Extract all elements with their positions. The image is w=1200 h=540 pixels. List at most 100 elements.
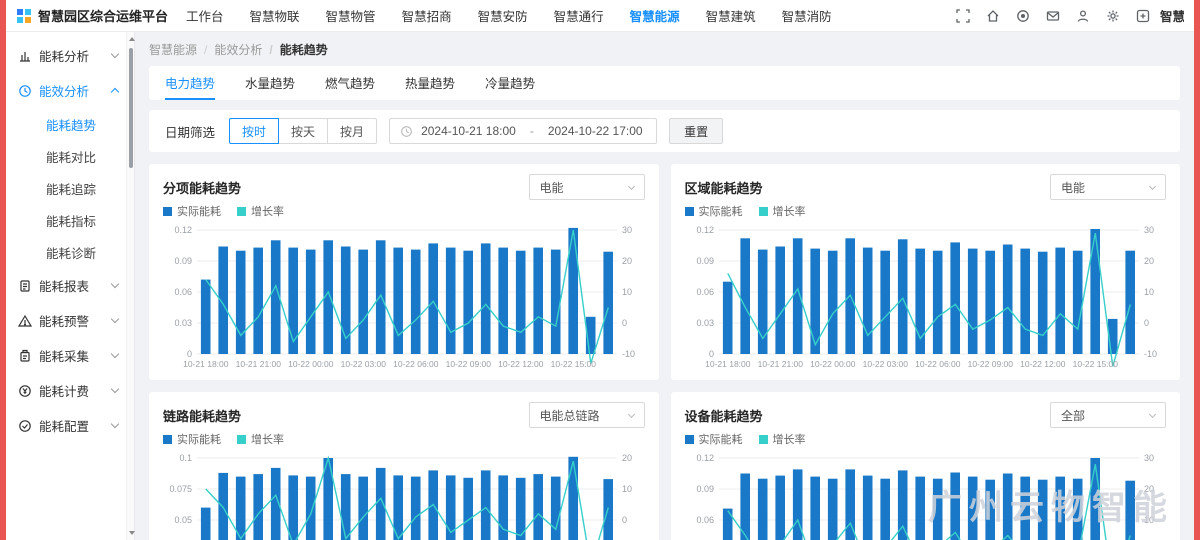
svg-text:30: 30	[622, 225, 632, 235]
tab-electric-trend[interactable]: 电力趋势	[165, 66, 215, 100]
filter-bar: 日期筛选 按时 按天 按月 2024-10-21 18:00 - 2024-10…	[149, 110, 1180, 152]
bar-chart-icon	[18, 49, 32, 63]
svg-text:10-22 06:00: 10-22 06:00	[915, 359, 961, 369]
apps-grid-icon[interactable]	[1136, 9, 1150, 23]
line-swatch-icon	[759, 207, 768, 216]
nav-smart-iot[interactable]: 智慧物联	[250, 6, 300, 25]
tab-heat-trend[interactable]: 热量趋势	[405, 66, 455, 100]
svg-text:0.06: 0.06	[696, 515, 714, 525]
svg-text:0.03: 0.03	[174, 318, 192, 328]
tab-cooling-trend[interactable]: 冷量趋势	[485, 66, 535, 100]
topbar-actions	[956, 9, 1150, 23]
sidebar-group-energy-report[interactable]: 能耗报表	[6, 268, 126, 303]
svg-text:0.12: 0.12	[174, 225, 192, 235]
date-range-picker[interactable]: 2024-10-21 18:00 - 2024-10-22 17:00	[389, 118, 657, 144]
nav-smart-access[interactable]: 智慧通行	[554, 6, 604, 25]
bar-line-chart: 00.0250.050.0750.1-20-100102010-21 18:00…	[163, 450, 645, 540]
legend-growth-rate[interactable]: 增长率	[237, 203, 284, 219]
chevron-down-icon	[111, 420, 119, 428]
sidebar-group-energy-billing[interactable]: 能耗计费	[6, 373, 126, 408]
svg-text:10-21 18:00: 10-21 18:00	[183, 359, 229, 369]
svg-text:0.06: 0.06	[696, 287, 714, 297]
svg-text:10-22 12:00: 10-22 12:00	[1020, 359, 1066, 369]
svg-text:0.06: 0.06	[174, 287, 192, 297]
tab-water-trend[interactable]: 水量趋势	[245, 66, 295, 100]
monitor-icon[interactable]	[1016, 9, 1030, 23]
svg-text:20: 20	[1144, 484, 1154, 494]
nav-smart-building[interactable]: 智慧建筑	[706, 6, 756, 25]
svg-text:-10: -10	[1144, 349, 1157, 359]
legend-actual-energy[interactable]: 实际能耗	[685, 203, 743, 219]
mail-icon[interactable]	[1046, 9, 1060, 23]
bar-swatch-icon	[685, 207, 694, 216]
settings-gear-icon[interactable]	[1106, 9, 1120, 23]
sidebar-item-energy-compare[interactable]: 能耗对比	[6, 140, 126, 172]
nav-smart-property[interactable]: 智慧物管	[326, 6, 376, 25]
energy-type-select[interactable]: 电能	[529, 174, 645, 200]
svg-text:30: 30	[1144, 225, 1154, 235]
chevron-down-icon	[111, 350, 119, 358]
svg-text:0.03: 0.03	[696, 318, 714, 328]
sidebar-item-energy-trace[interactable]: 能耗追踪	[6, 172, 126, 204]
sidebar-scrollbar[interactable]	[126, 32, 135, 540]
fullscreen-icon[interactable]	[956, 9, 970, 23]
reset-button[interactable]: 重置	[669, 118, 723, 144]
sidebar-group-energy-config[interactable]: 能耗配置	[6, 408, 126, 443]
tab-gas-trend[interactable]: 燃气趋势	[325, 66, 375, 100]
legend-growth-rate[interactable]: 增长率	[237, 431, 284, 447]
granularity-hour-button[interactable]: 按时	[229, 118, 279, 144]
nav-smart-security[interactable]: 智慧安防	[478, 6, 528, 25]
granularity-day-button[interactable]: 按天	[278, 118, 328, 144]
sidebar-group-energy-collect[interactable]: 能耗采集	[6, 338, 126, 373]
chart-card-device-energy: 设备能耗趋势 全部 实际能耗 增长率 00.030.060.090.12-100…	[671, 392, 1181, 540]
svg-text:0: 0	[708, 349, 713, 359]
sidebar-group-energy-alert[interactable]: 能耗预警	[6, 303, 126, 338]
chevron-down-icon	[627, 182, 634, 189]
app-title: 智慧园区综合运维平台	[38, 6, 168, 25]
legend-growth-rate[interactable]: 增长率	[759, 431, 806, 447]
user-icon[interactable]	[1076, 9, 1090, 23]
svg-text:0.05: 0.05	[174, 515, 192, 525]
energy-type-select[interactable]: 电能	[1050, 174, 1166, 200]
legend-actual-energy[interactable]: 实际能耗	[163, 203, 221, 219]
chevron-down-icon	[1149, 182, 1156, 189]
link-select[interactable]: 电能总链路	[529, 402, 645, 428]
svg-text:0.1: 0.1	[179, 453, 192, 463]
sidebar-group-energy-analysis[interactable]: 能耗分析	[6, 38, 126, 73]
breadcrumb-efficiency[interactable]: 能效分析	[197, 41, 262, 58]
nav-smart-leasing[interactable]: 智慧招商	[402, 6, 452, 25]
svg-text:10-22 03:00: 10-22 03:00	[341, 359, 387, 369]
topbar-truncated-nav[interactable]: 智慧园区	[1160, 6, 1184, 25]
svg-text:10-22 06:00: 10-22 06:00	[393, 359, 439, 369]
sidebar: 能耗分析 能效分析 能耗趋势 能耗对比 能耗追踪 能耗指标 能耗诊断 能耗报表 …	[6, 32, 126, 540]
svg-text:-10: -10	[622, 349, 635, 359]
legend-actual-energy[interactable]: 实际能耗	[163, 431, 221, 447]
chart-title: 区域能耗趋势	[685, 178, 763, 197]
breadcrumb-energy[interactable]: 智慧能源	[149, 41, 197, 58]
sidebar-item-energy-index[interactable]: 能耗指标	[6, 204, 126, 236]
scrollbar-thumb[interactable]	[129, 48, 133, 168]
scroll-down-arrow-icon[interactable]	[129, 531, 135, 535]
home-icon[interactable]	[986, 9, 1000, 23]
line-swatch-icon	[237, 435, 246, 444]
legend-actual-energy[interactable]: 实际能耗	[685, 431, 743, 447]
svg-text:20: 20	[622, 453, 632, 463]
svg-text:0: 0	[622, 515, 627, 525]
scroll-up-arrow-icon[interactable]	[129, 37, 135, 41]
bar-line-chart: 00.030.060.090.12-10010203010-21 18:0010…	[163, 222, 645, 370]
sidebar-item-energy-trend[interactable]: 能耗趋势	[6, 108, 126, 140]
top-navbar: 智慧园区综合运维平台 工作台 智慧物联 智慧物管 智慧招商 智慧安防 智慧通行 …	[6, 0, 1194, 32]
nav-workbench[interactable]: 工作台	[186, 6, 224, 25]
svg-text:0.12: 0.12	[696, 225, 714, 235]
nav-smart-energy[interactable]: 智慧能源	[630, 6, 680, 25]
granularity-month-button[interactable]: 按月	[327, 118, 377, 144]
sidebar-item-energy-diagnose[interactable]: 能耗诊断	[6, 236, 126, 268]
granularity-toggle: 按时 按天 按月	[229, 118, 377, 144]
device-select[interactable]: 全部	[1050, 402, 1166, 428]
chart-legend: 实际能耗 增长率	[163, 202, 645, 220]
bar-swatch-icon	[163, 435, 172, 444]
svg-text:10-22 03:00: 10-22 03:00	[862, 359, 908, 369]
sidebar-group-efficiency-analysis[interactable]: 能效分析	[6, 73, 126, 108]
legend-growth-rate[interactable]: 增长率	[759, 203, 806, 219]
nav-smart-fire[interactable]: 智慧消防	[782, 6, 832, 25]
